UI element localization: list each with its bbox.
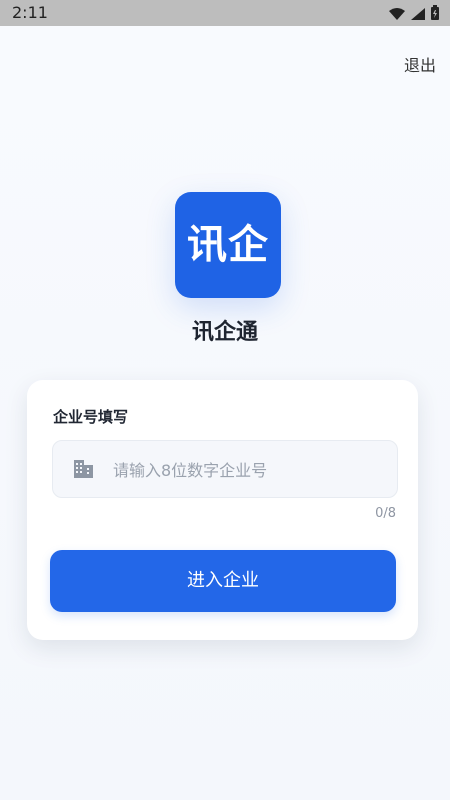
enterprise-id-input-box[interactable] [52,440,398,498]
wifi-icon [388,6,406,25]
logout-button[interactable]: 退出 [404,52,436,76]
logo-text: 讯企 [187,222,269,268]
app-name: 讯企通 [191,320,258,345]
form-title: 企业号填写 [53,408,129,426]
battery-icon [430,5,440,25]
signal-icon [410,6,426,25]
status-bar: 2:11 [0,0,450,26]
enterprise-id-input[interactable] [111,455,385,485]
enterprise-form-card: 企业号填写 0/8 进入企业 [27,380,418,640]
input-counter: 0/8 [375,506,396,521]
status-time: 2:11 [12,3,48,22]
status-icons [388,5,440,25]
enter-enterprise-button[interactable]: 进入企业 [50,550,396,612]
building-icon [73,458,95,480]
app-logo: 讯企 [175,192,281,298]
